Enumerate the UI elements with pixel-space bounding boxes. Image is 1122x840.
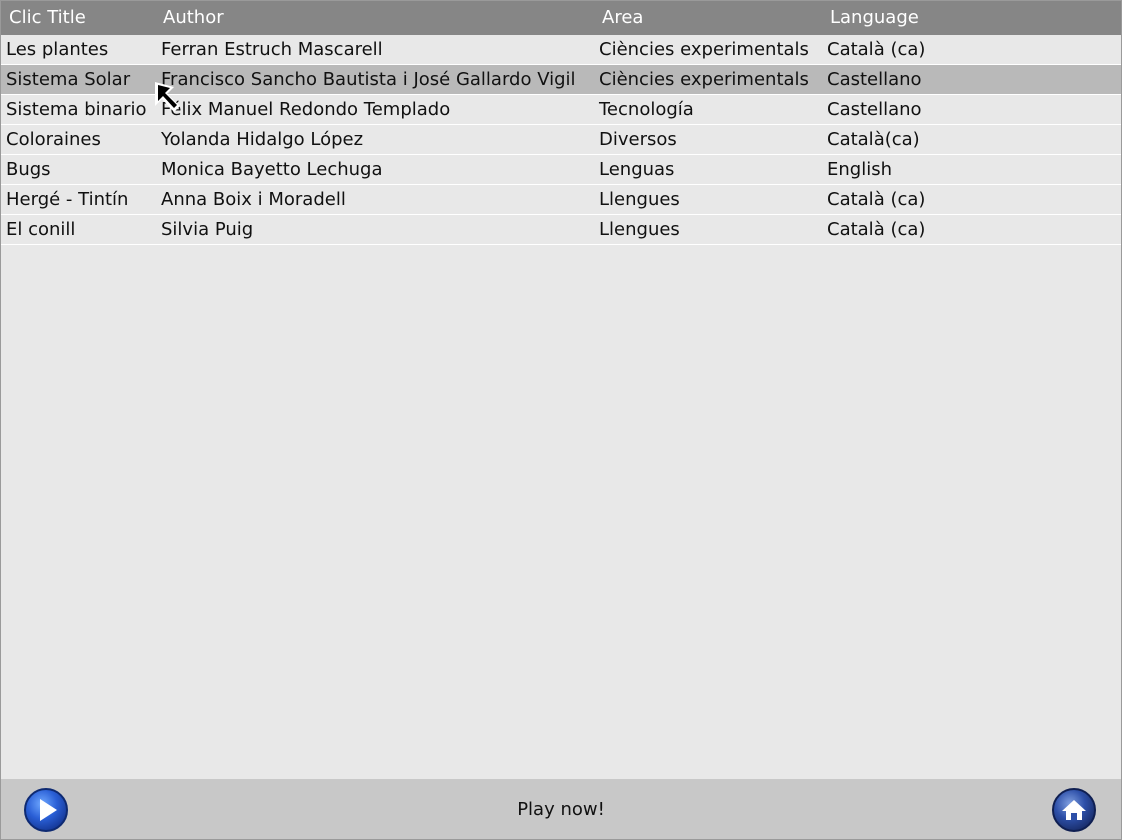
cell-title: Hergé - Tintín xyxy=(6,189,129,210)
cell-language: Castellano xyxy=(827,99,922,120)
cell-area: Llengues xyxy=(599,219,680,240)
cell-author: Francisco Sancho Bautista i José Gallard… xyxy=(161,69,576,90)
cell-language: Castellano xyxy=(827,69,922,90)
cell-area: Diversos xyxy=(599,129,677,150)
cell-language: English xyxy=(827,159,892,180)
cell-title: El conill xyxy=(6,219,76,240)
cell-language: Català (ca) xyxy=(827,219,926,240)
cell-title: Sistema Solar xyxy=(6,69,131,90)
cell-author: Ferran Estruch Mascarell xyxy=(161,39,383,60)
cell-area: Ciències experimentals xyxy=(599,39,809,60)
table-row[interactable]: Hergé - Tintín Anna Boix i Moradell Llen… xyxy=(1,185,1121,215)
column-header-author[interactable]: Author xyxy=(163,7,224,28)
cell-title: Les plantes xyxy=(6,39,109,60)
table-row[interactable]: Coloraines Yolanda Hidalgo López Diverso… xyxy=(1,125,1121,155)
play-now-label: Play now! xyxy=(517,799,605,820)
home-button[interactable] xyxy=(1051,787,1097,833)
cell-title: Bugs xyxy=(6,159,51,180)
table-header: Clic Title Author Area Language xyxy=(1,1,1121,35)
cell-area: Tecnología xyxy=(599,99,694,120)
cell-title: Coloraines xyxy=(6,129,101,150)
mouse-cursor-icon xyxy=(155,82,180,112)
cell-author: Silvia Puig xyxy=(161,219,254,240)
cell-area: Llengues xyxy=(599,189,680,210)
cell-author: Félix Manuel Redondo Templado xyxy=(161,99,451,120)
cell-language: Català(ca) xyxy=(827,129,920,150)
cell-language: Català (ca) xyxy=(827,189,926,210)
column-header-title[interactable]: Clic Title xyxy=(9,7,86,28)
app-window: Clic Title Author Area Language Les plan… xyxy=(0,0,1122,840)
cell-author: Yolanda Hidalgo López xyxy=(161,129,364,150)
cell-title: Sistema binario xyxy=(6,99,147,120)
column-header-language[interactable]: Language xyxy=(830,7,919,28)
cell-author: Anna Boix i Moradell xyxy=(161,189,346,210)
cell-author: Monica Bayetto Lechuga xyxy=(161,159,383,180)
table-row[interactable]: Bugs Monica Bayetto Lechuga Lenguas Engl… xyxy=(1,155,1121,185)
column-header-area[interactable]: Area xyxy=(602,7,643,28)
cell-language: Català (ca) xyxy=(827,39,926,60)
home-icon xyxy=(1052,788,1096,832)
clic-list: Les plantes Ferran Estruch Mascarell Ciè… xyxy=(1,35,1121,245)
footer-bar: Play now! xyxy=(1,779,1121,839)
cell-area: Ciències experimentals xyxy=(599,69,809,90)
cell-area: Lenguas xyxy=(599,159,675,180)
table-row[interactable]: Les plantes Ferran Estruch Mascarell Ciè… xyxy=(1,35,1121,65)
table-row[interactable]: El conill Silvia Puig Llengues Català (c… xyxy=(1,215,1121,245)
